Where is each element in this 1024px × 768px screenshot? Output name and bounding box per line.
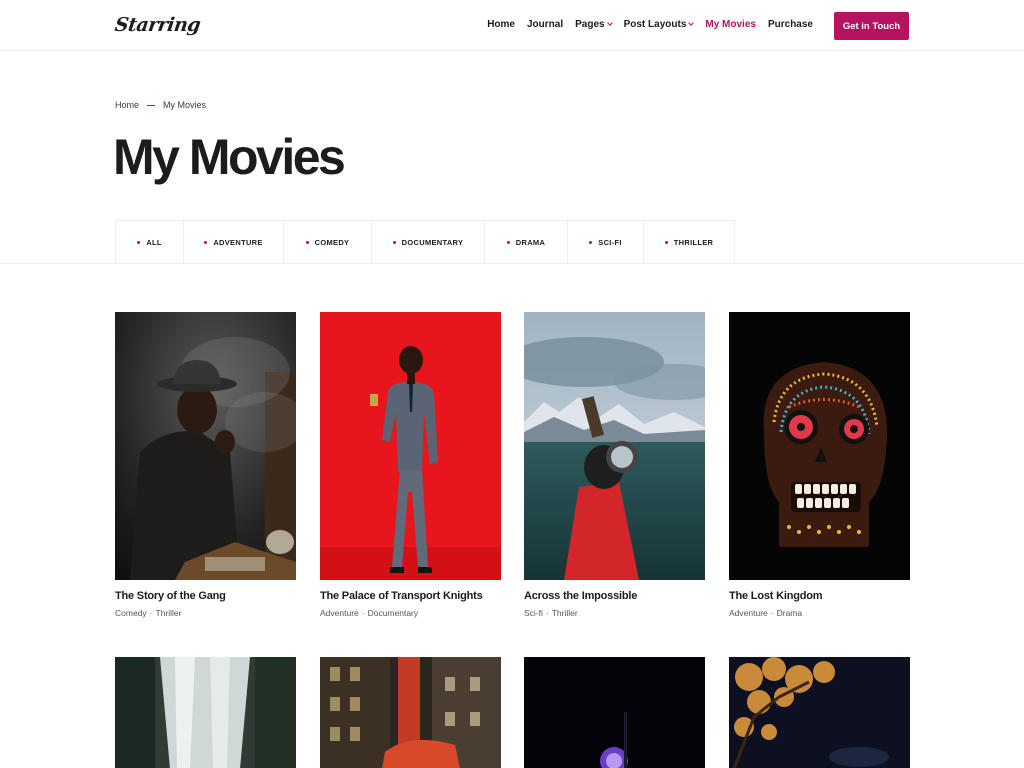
filter-thriller[interactable]: THRILLER [644,221,734,263]
bullet-icon [392,240,396,244]
movie-card[interactable]: The Lost Kingdom Adventure · Drama [729,312,910,618]
movie-title[interactable]: The Lost Kingdom [729,590,910,602]
movie-card[interactable]: The Story of the Gang Comedy · Thriller [115,312,296,618]
movie-poster-image[interactable] [115,312,296,580]
nav-journal[interactable]: Journal [527,19,563,30]
filter-documentary[interactable]: DOCUMENTARY [372,221,485,263]
movie-card[interactable] [115,657,296,768]
breadcrumb-separator [147,104,156,106]
bullet-icon [137,240,141,244]
main-nav: Home Journal Pages Post Layouts My Movie… [475,19,813,30]
movie-card[interactable] [320,657,501,768]
bullet-icon [305,240,309,244]
movie-title[interactable]: Across the Impossible [524,590,705,602]
movie-poster-image[interactable] [320,657,501,768]
movie-poster-image[interactable] [729,312,910,580]
movie-title[interactable]: The Story of the Gang [115,590,296,602]
movie-genres: Adventure · Drama [729,608,803,618]
filter-adventure[interactable]: ADVENTURE [184,221,284,263]
nav-my-movies[interactable]: My Movies [705,19,756,30]
bullet-icon [506,240,510,244]
movie-card[interactable]: Across the Impossible Sci-fi · Thriller [524,312,705,618]
site-logo[interactable]: Starring [113,14,201,36]
nav-purchase[interactable]: Purchase [768,19,813,30]
page-title: My Movies [113,129,346,185]
chevron-down-icon [606,20,613,26]
movie-genres: Comedy · Thriller [115,608,182,618]
nav-pages[interactable]: Pages [575,19,613,30]
chevron-down-icon [688,20,695,26]
movie-genres: Sci-fi · Thriller [524,608,578,618]
breadcrumb-home[interactable]: Home [115,100,139,110]
filter-comedy[interactable]: COMEDY [284,221,372,263]
filter-drama[interactable]: DRAMA [485,221,568,263]
movie-title[interactable]: The Palace of Transport Knights [320,590,501,602]
breadcrumb-current: My Movies [163,100,207,110]
movie-card[interactable] [729,657,910,768]
genre-filter-bar: ALL ADVENTURE COMEDY DOCUMENTARY DRAMA S… [115,220,735,264]
movie-poster-image[interactable] [524,312,705,580]
bullet-icon [204,240,208,244]
filter-all[interactable]: ALL [116,221,184,263]
bullet-icon [589,240,593,244]
movie-poster-image[interactable] [115,657,296,768]
movie-poster-image[interactable] [320,312,501,580]
movie-poster-image[interactable] [729,657,910,768]
site-header: Starring Home Journal Pages Post Layouts… [0,0,1024,51]
movie-genres: Adventure · Documentary [320,608,419,618]
breadcrumb: Home My Movies [115,100,206,110]
get-in-touch-button[interactable]: Get in Touch [834,12,909,40]
bullet-icon [664,240,668,244]
movie-card[interactable]: The Palace of Transport Knights Adventur… [320,312,501,618]
nav-post-layouts[interactable]: Post Layouts [624,19,695,30]
movie-poster-image[interactable] [524,657,705,768]
filter-sci-fi[interactable]: SCI-FI [568,221,644,263]
movie-card[interactable] [524,657,705,768]
nav-home[interactable]: Home [487,19,515,30]
